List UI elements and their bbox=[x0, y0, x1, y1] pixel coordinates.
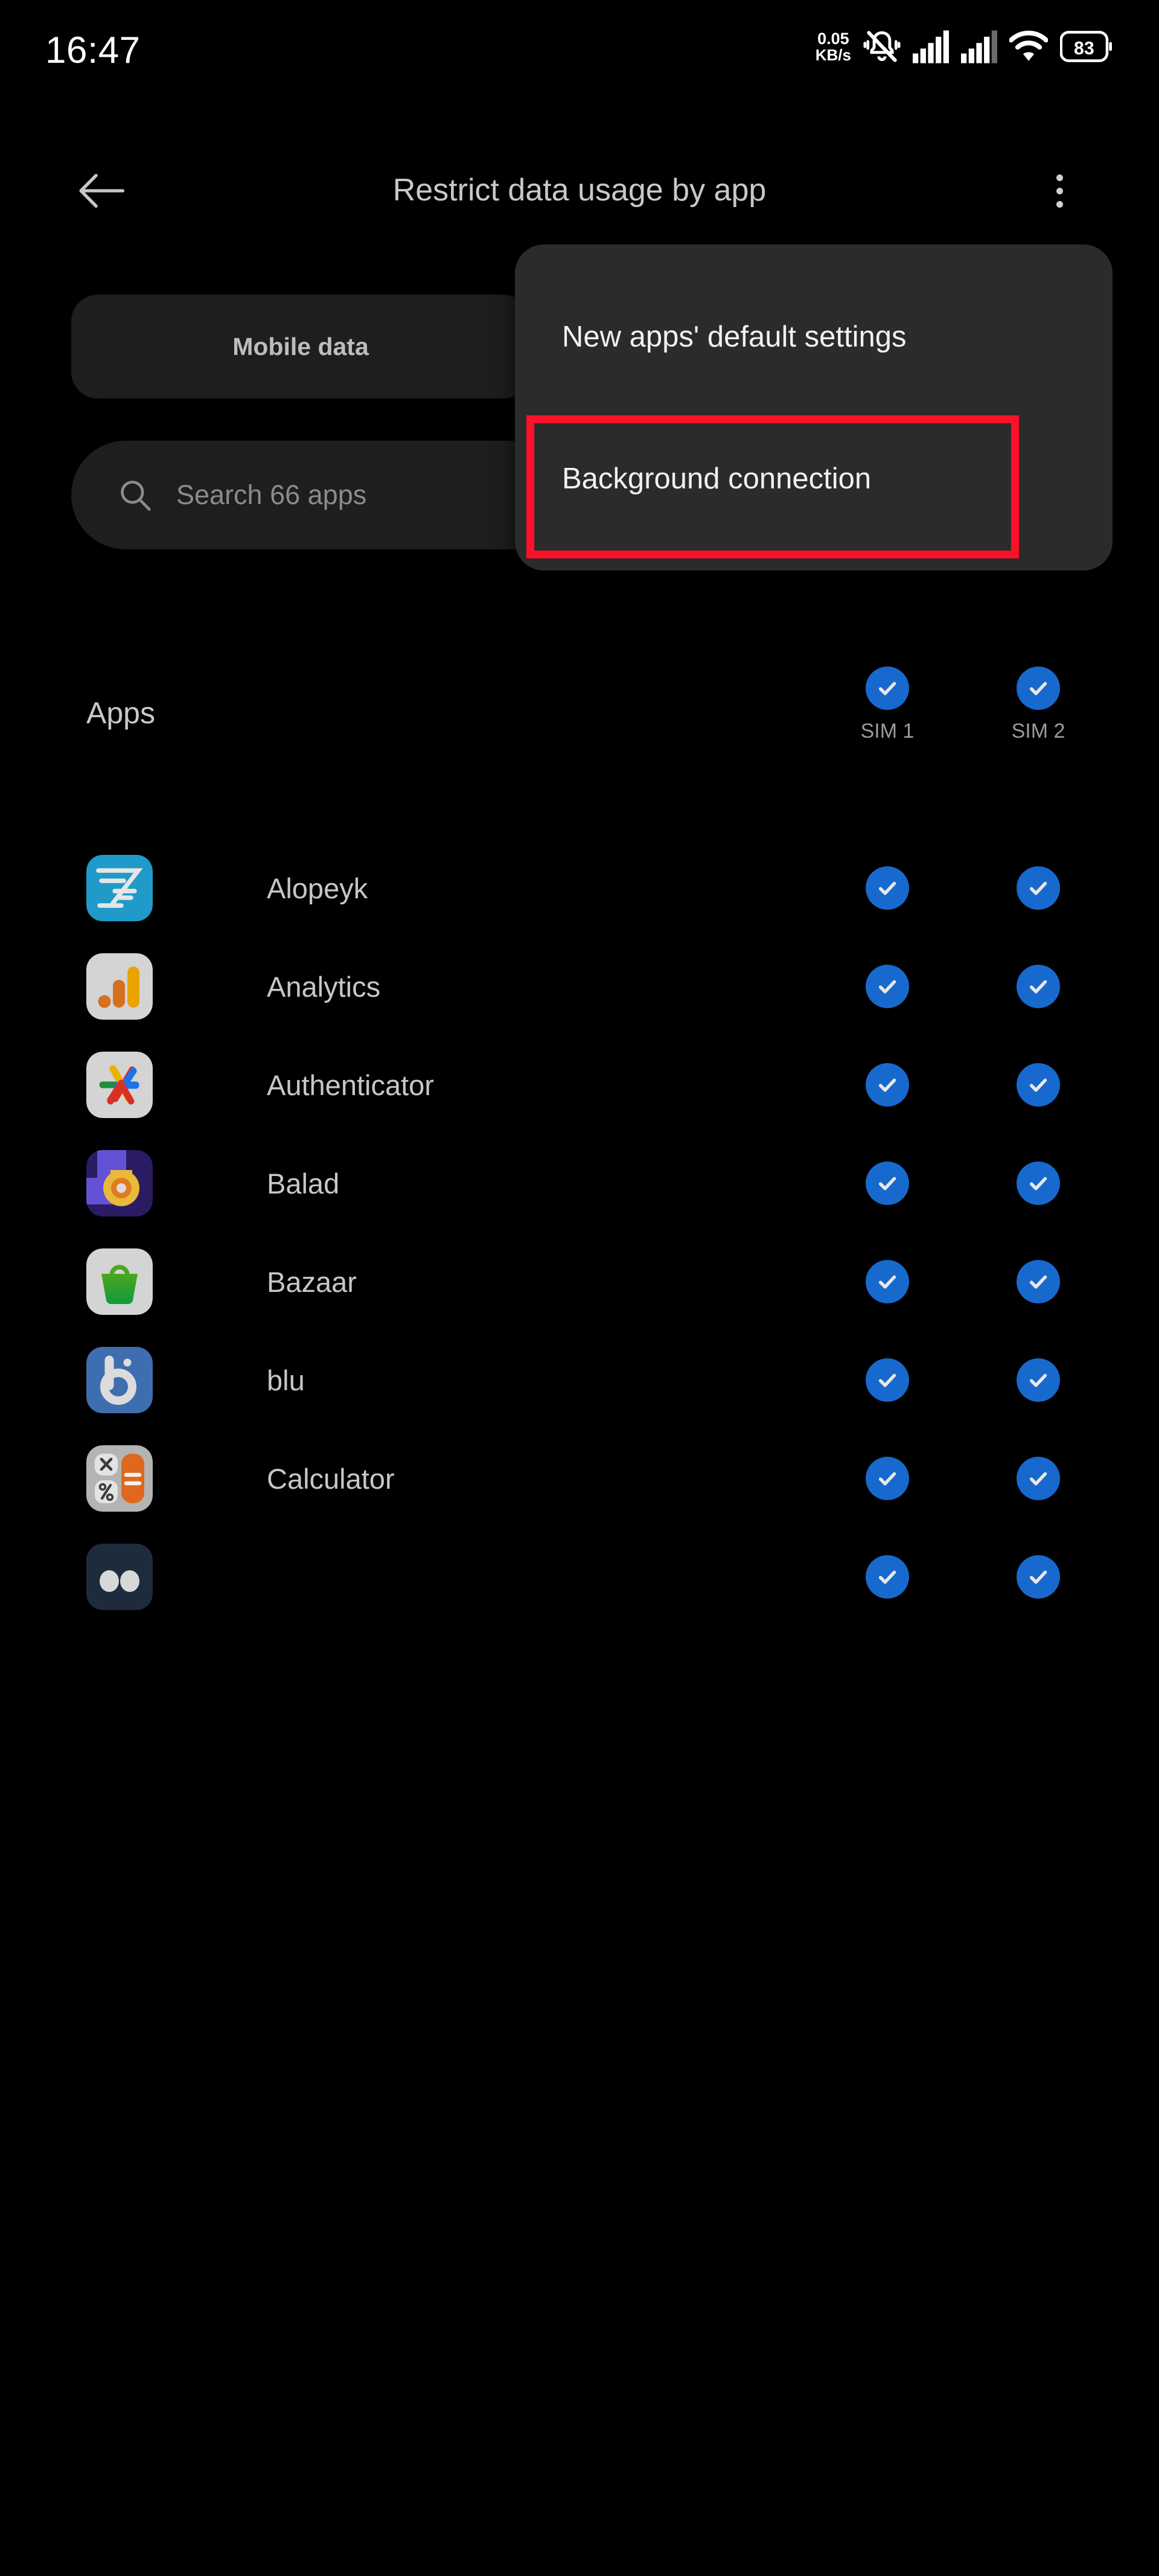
balad-icon bbox=[86, 1150, 153, 1216]
sim2-checkbox[interactable] bbox=[1017, 1358, 1060, 1402]
sim2-checkbox[interactable] bbox=[1017, 1162, 1060, 1205]
sim2-checkbox[interactable] bbox=[1017, 1063, 1060, 1107]
check-icon bbox=[878, 1373, 896, 1387]
sim1-checkbox[interactable] bbox=[866, 1260, 909, 1303]
apps-list-header: Apps SIM 1 SIM 2 bbox=[0, 658, 1159, 797]
sim2-checkbox[interactable] bbox=[1017, 1260, 1060, 1303]
table-row[interactable]: Authenticator bbox=[0, 1036, 1159, 1134]
check-icon bbox=[878, 682, 896, 695]
overflow-menu-button[interactable] bbox=[1032, 163, 1087, 219]
sim2-checkbox[interactable] bbox=[1017, 866, 1060, 910]
app-name: Analytics bbox=[267, 971, 381, 1003]
overflow-dropdown-menu: New apps' default settings Background co… bbox=[515, 244, 1113, 570]
sim2-checkbox[interactable] bbox=[1017, 1457, 1060, 1500]
analytics-icon bbox=[86, 953, 153, 1020]
sim1-checkbox[interactable] bbox=[866, 1555, 909, 1599]
network-speed-indicator: 0.05 KB/s bbox=[815, 29, 851, 64]
table-row[interactable]: blu bbox=[0, 1331, 1159, 1430]
check-icon bbox=[878, 1275, 896, 1289]
alopeyk-icon bbox=[86, 855, 153, 921]
check-icon bbox=[878, 980, 896, 994]
check-icon bbox=[878, 1078, 896, 1092]
blu-icon bbox=[86, 1347, 153, 1413]
signal-sim2-icon bbox=[961, 30, 997, 63]
signal-sim1-icon bbox=[913, 30, 949, 63]
apps-header-label: Apps bbox=[86, 696, 155, 730]
kebab-dot-icon bbox=[1056, 200, 1063, 208]
battery-icon: 83 bbox=[1060, 31, 1112, 62]
table-row[interactable]: Alopeyk bbox=[0, 839, 1159, 938]
check-icon bbox=[878, 1177, 896, 1191]
sim2-column-header: SIM 2 bbox=[972, 658, 1105, 743]
sim1-checkbox[interactable] bbox=[866, 1162, 909, 1205]
check-icon bbox=[1029, 1472, 1047, 1486]
app-name: Authenticator bbox=[267, 1069, 434, 1101]
menu-item-new-apps-default-settings[interactable]: New apps' default settings bbox=[515, 266, 1113, 407]
status-clock: 16:47 bbox=[45, 30, 141, 71]
sim2-column-label: SIM 2 bbox=[1011, 720, 1065, 743]
search-icon bbox=[121, 481, 151, 511]
menu-item-background-connection[interactable]: Background connection bbox=[515, 407, 1113, 549]
calculator-icon bbox=[86, 1445, 153, 1512]
status-icons: 0.05 KB/s 83 bbox=[816, 27, 1112, 66]
apps-list: Alopeyk Analytics Authenticator Balad Ba… bbox=[0, 839, 1159, 1626]
battery-percent-text: 83 bbox=[1074, 39, 1094, 59]
app-name: Alopeyk bbox=[267, 872, 368, 904]
sim1-checkbox[interactable] bbox=[866, 866, 909, 910]
kebab-dot-icon bbox=[1056, 187, 1063, 194]
table-row[interactable]: Analytics bbox=[0, 938, 1159, 1036]
table-row[interactable]: Calculator bbox=[0, 1430, 1159, 1528]
wifi-icon bbox=[1009, 30, 1048, 61]
network-speed-unit: KB/s bbox=[815, 45, 851, 64]
sim1-checkbox[interactable] bbox=[866, 965, 909, 1008]
app-bar: Restrict data usage by app bbox=[0, 151, 1159, 229]
check-icon bbox=[1029, 1078, 1047, 1092]
sim1-select-all-checkbox[interactable] bbox=[866, 666, 909, 710]
check-icon bbox=[1029, 881, 1047, 895]
check-icon bbox=[1029, 980, 1047, 994]
sim2-checkbox[interactable] bbox=[1017, 965, 1060, 1008]
sim1-checkbox[interactable] bbox=[866, 1063, 909, 1107]
app-name: Bazaar bbox=[267, 1266, 357, 1298]
bazaar-icon bbox=[86, 1248, 153, 1315]
tab-strip: Mobile data bbox=[71, 295, 530, 398]
page-title: Restrict data usage by app bbox=[392, 173, 767, 208]
sim1-checkbox[interactable] bbox=[866, 1358, 909, 1402]
app-name: blu bbox=[267, 1364, 305, 1396]
status-bar: 16:47 0.05 KB/s 83 bbox=[0, 0, 1159, 91]
check-icon bbox=[878, 1472, 896, 1486]
sim1-column-header: SIM 1 bbox=[821, 658, 954, 743]
sim1-column-label: SIM 1 bbox=[860, 720, 915, 743]
network-speed-value: 0.05 bbox=[817, 29, 849, 48]
table-row[interactable]: Balad bbox=[0, 1134, 1159, 1233]
app-name: Balad bbox=[267, 1168, 340, 1200]
check-icon bbox=[1029, 1177, 1047, 1191]
app-name: Calculator bbox=[267, 1463, 395, 1495]
phone-screen: 16:47 0.05 KB/s 83 Restrict data usage b… bbox=[0, 0, 1159, 2576]
search-input[interactable]: Search 66 apps bbox=[176, 479, 366, 511]
check-icon bbox=[878, 881, 896, 895]
silent-bell-icon bbox=[863, 31, 901, 62]
check-icon bbox=[1029, 1275, 1047, 1289]
kebab-dot-icon bbox=[1056, 174, 1063, 181]
partial-app-icon bbox=[86, 1544, 153, 1610]
check-icon bbox=[1029, 1570, 1047, 1584]
table-row[interactable] bbox=[0, 1528, 1159, 1626]
table-row[interactable]: Bazaar bbox=[0, 1233, 1159, 1331]
check-icon bbox=[878, 1570, 896, 1584]
authenticator-icon bbox=[86, 1052, 153, 1118]
sim1-checkbox[interactable] bbox=[866, 1457, 909, 1500]
tab-mobile-data[interactable]: Mobile data bbox=[71, 295, 530, 398]
check-icon bbox=[1029, 682, 1047, 695]
check-icon bbox=[1029, 1373, 1047, 1387]
sim2-select-all-checkbox[interactable] bbox=[1017, 666, 1060, 710]
sim2-checkbox[interactable] bbox=[1017, 1555, 1060, 1599]
